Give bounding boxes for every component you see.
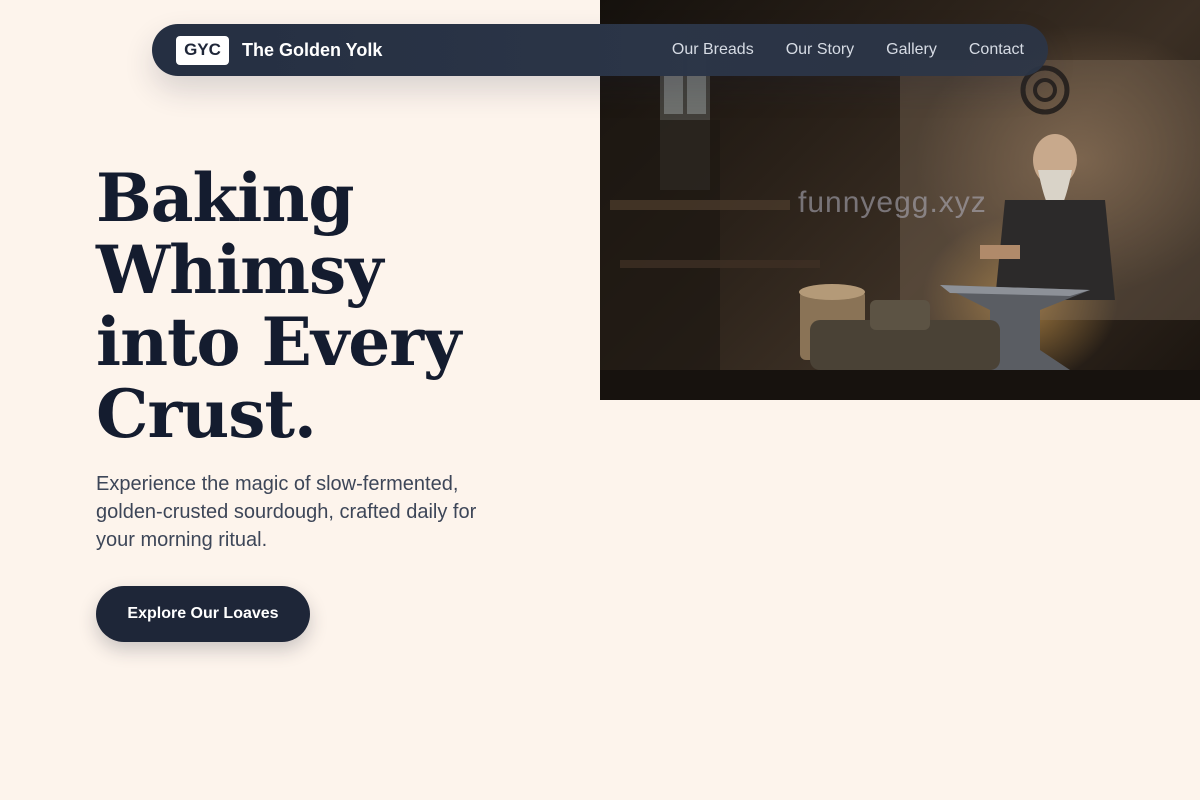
nav-link-our-story[interactable]: Our Story	[786, 41, 854, 59]
image-watermark: funnyegg.xyz	[798, 186, 987, 219]
explore-loaves-button[interactable]: Explore Our Loaves	[96, 586, 310, 642]
brand[interactable]: GYC The Golden Yolk	[176, 35, 382, 65]
nav-link-contact[interactable]: Contact	[969, 41, 1024, 59]
headline-line: into Every	[96, 303, 461, 381]
hero-headline: Baking Whimsy into Every Crust.	[96, 162, 576, 450]
top-navbar: GYC The Golden Yolk Our Breads Our Story…	[152, 24, 1048, 76]
brand-name[interactable]: The Golden Yolk	[242, 40, 382, 61]
hero-subtext: Experience the magic of slow-fermented, …	[96, 473, 477, 551]
nav-link-gallery[interactable]: Gallery	[886, 41, 937, 59]
headline-line: Crust.	[96, 375, 317, 453]
headline-line: Baking	[96, 159, 354, 237]
nav-links: Our Breads Our Story Gallery Contact	[672, 41, 1024, 59]
brand-logo[interactable]: GYC	[176, 35, 229, 65]
headline-line: Whimsy	[96, 231, 384, 309]
landing-page: funnyegg.xyz GYC The Golden Yolk Our Bre…	[0, 0, 1200, 800]
nav-link-our-breads[interactable]: Our Breads	[672, 41, 754, 59]
